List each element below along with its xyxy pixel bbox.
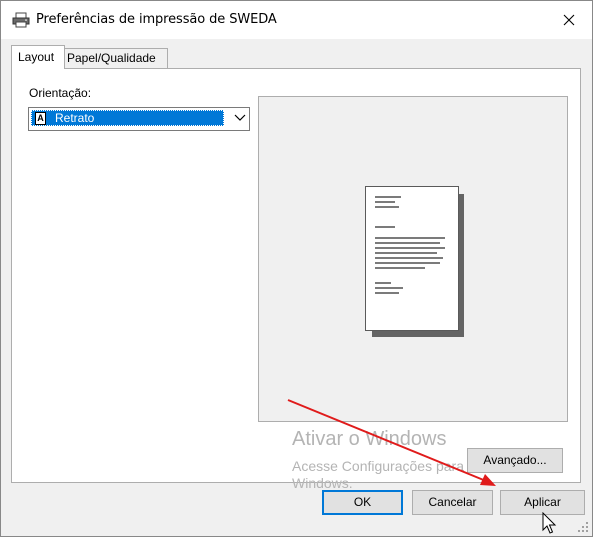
orientation-label: Orientação: [29,86,92,100]
close-button[interactable] [546,1,592,39]
printer-icon [12,12,30,28]
ok-button[interactable]: OK [322,490,403,515]
title-bar: Preferências de impressão de SWEDA [1,1,592,39]
page-preview-paper [365,186,459,331]
tab-paper-quality-label: Papel/Qualidade [67,51,156,65]
tab-paper-quality[interactable]: Papel/Qualidade [62,48,168,68]
print-preferences-dialog: Preferências de impressão de SWEDA Layou… [0,0,593,537]
orientation-select[interactable]: A Retrato [28,107,250,131]
layout-panel: Orientação: A Retrato [11,68,581,483]
cancel-button[interactable]: Cancelar [412,490,493,515]
activation-watermark-title: Ativar o Windows [292,428,447,450]
tab-layout[interactable]: Layout [11,45,65,69]
window-title: Preferências de impressão de SWEDA [36,12,277,27]
close-icon [563,14,575,26]
tab-layout-label: Layout [18,50,55,64]
resize-grip[interactable] [577,521,589,533]
mouse-pointer-icon [542,512,557,534]
orientation-selected-value: A Retrato [31,110,224,126]
orientation-value-text: Retrato [55,111,95,125]
page-preview [258,96,568,422]
advanced-button[interactable]: Avançado... [467,448,563,473]
portrait-page-icon: A [35,112,46,125]
chevron-down-icon [234,114,246,121]
